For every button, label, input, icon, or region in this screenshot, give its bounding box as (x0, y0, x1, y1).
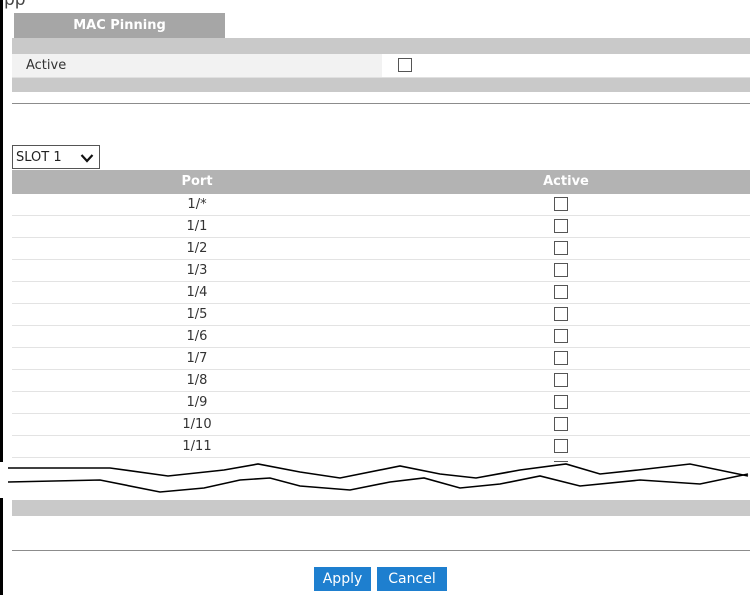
slot-select[interactable]: SLOT 1 (12, 145, 100, 169)
apply-button[interactable]: Apply (314, 567, 371, 591)
global-active-checkbox[interactable] (398, 58, 412, 72)
port-active-checkbox[interactable] (554, 219, 568, 233)
port-active-checkbox[interactable] (554, 395, 568, 409)
chevron-down-icon (80, 154, 94, 163)
settings-band (12, 78, 750, 92)
port-active-checkbox[interactable] (554, 307, 568, 321)
port-active-checkbox[interactable] (554, 241, 568, 255)
port-label: 1/10 (182, 417, 212, 432)
port-label: 1/3 (186, 263, 208, 278)
port-label: 1/* (187, 197, 207, 212)
port-label: 1/6 (186, 329, 208, 344)
port-label: 1/9 (186, 395, 208, 410)
table-break-marker (0, 462, 752, 498)
cancel-button[interactable]: Cancel (377, 567, 447, 591)
slot-select-value: SLOT 1 (16, 149, 62, 165)
table-row: 1/* (12, 194, 750, 216)
footer-divider (12, 550, 750, 551)
port-active-checkbox[interactable] (554, 329, 568, 343)
tab-mac-pinning[interactable]: MAC Pinning (14, 13, 225, 38)
port-label: 1/11 (182, 439, 212, 454)
port-active-checkbox[interactable] (554, 373, 568, 387)
port-active-checkbox[interactable] (554, 197, 568, 211)
global-active-cell (382, 54, 750, 77)
global-active-label: Active (26, 58, 67, 73)
table-row: 1/7 (12, 348, 750, 370)
port-label: 1/2 (186, 241, 208, 256)
port-label: 1/4 (186, 285, 208, 300)
table-row: 1/10 (12, 414, 750, 436)
table-row: 1/1 (12, 216, 750, 238)
table-row: 1/3 (12, 260, 750, 282)
port-label: 1/1 (186, 219, 208, 234)
port-label: 1/7 (186, 351, 208, 366)
port-active-checkbox[interactable] (554, 417, 568, 431)
port-label: 1/8 (186, 373, 208, 388)
figure-caption: pp (0, 0, 752, 10)
column-header-active: Active (543, 174, 589, 189)
port-active-checkbox[interactable] (554, 439, 568, 453)
header-band (12, 38, 750, 54)
table-row: 1/2 (12, 238, 750, 260)
port-label: 1/5 (186, 307, 208, 322)
table-header: Port Active (12, 170, 750, 194)
footer-band (12, 500, 750, 516)
table-row: 1/11 (12, 436, 750, 458)
table-row: 1/5 (12, 304, 750, 326)
global-active-row: Active (12, 54, 750, 78)
port-active-checkbox[interactable] (554, 351, 568, 365)
port-active-checkbox[interactable] (554, 285, 568, 299)
table-row: 1/6 (12, 326, 750, 348)
figure-caption-text: pp (4, 0, 26, 10)
table-row: 1/4 (12, 282, 750, 304)
table-row: 1/9 (12, 392, 750, 414)
port-active-checkbox[interactable] (554, 263, 568, 277)
frame-border (0, 0, 3, 595)
column-header-port: Port (181, 174, 213, 189)
section-divider (12, 103, 750, 104)
table-row: 1/8 (12, 370, 750, 392)
